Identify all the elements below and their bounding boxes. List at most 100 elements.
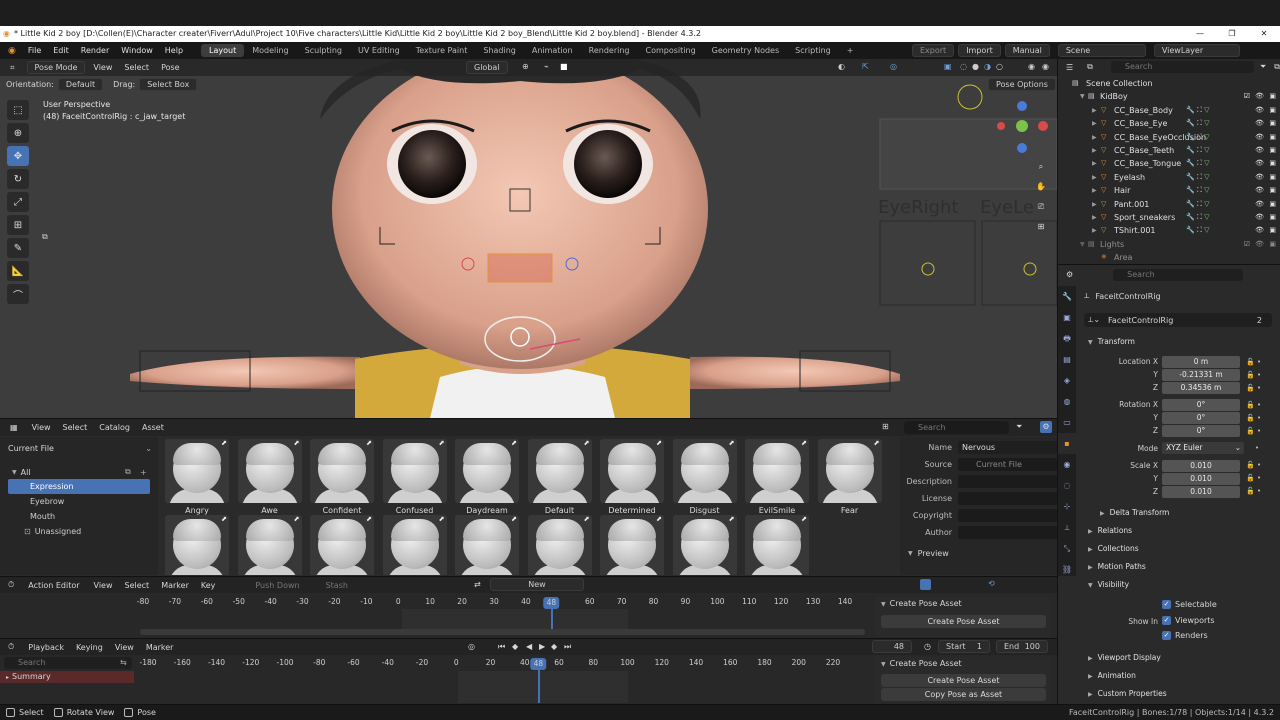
asset-thumbnail[interactable]: ⬈ Default (527, 439, 596, 515)
render-camera-icon[interactable]: ▣ (1269, 184, 1276, 197)
render-camera-icon[interactable]: ▣ (1269, 198, 1276, 211)
menu-render[interactable]: Render (75, 46, 115, 55)
constraints-tab-icon[interactable]: ⊹ (1058, 496, 1076, 517)
proportional-icon[interactable]: ■ (560, 62, 568, 71)
drag-selector[interactable]: Select Box (139, 78, 198, 91)
tab-geometry-nodes[interactable]: Geometry Nodes (704, 44, 787, 57)
outliner-item[interactable]: ▶ ▽ Sport_sneakers 🔧 ⛶ ▽ 👁 ▣ (1058, 211, 1280, 224)
asset-thumbnail[interactable]: ⬈ Determined (600, 439, 668, 515)
overlays-icon[interactable]: ◎ (890, 62, 897, 71)
tl-menu-keying[interactable]: Keying (76, 643, 103, 652)
expand-icon[interactable]: ▶ (1092, 211, 1097, 224)
end-frame-field[interactable]: End 100 (996, 640, 1048, 653)
tl-menu-marker[interactable]: Marker (146, 643, 174, 652)
visibility-eye-icon[interactable]: 👁 (1255, 117, 1264, 130)
expand-icon[interactable]: ▶ (1092, 144, 1097, 157)
meta-description-field[interactable] (958, 475, 1057, 488)
asset-thumbnail[interactable]: ⬈ Angry (165, 439, 233, 515)
world-tab-icon[interactable]: ◍ (1058, 391, 1076, 412)
asset-thumbnail[interactable]: ⬈ (455, 515, 523, 575)
gizmo-toggle-icon[interactable]: ⇱ (862, 62, 869, 71)
scale-z-field[interactable]: 0.010 (1162, 486, 1240, 498)
menu-window[interactable]: Window (115, 46, 159, 55)
tl-playhead[interactable] (538, 669, 540, 703)
tl-panel-title[interactable]: ▼ Create Pose Asset (875, 657, 1050, 668)
menu-help[interactable]: Help (159, 46, 189, 55)
visibility-eye-icon[interactable]: 👁 (1255, 157, 1264, 170)
visibility-icon[interactable]: ◐ (838, 62, 845, 71)
outliner-item[interactable]: ▶ ▽ Pant.001 🔧 ⛶ ▽ 👁 ▣ (1058, 198, 1280, 211)
select-tool-icon[interactable]: ⬚ (7, 100, 29, 120)
push-down-button[interactable]: Push Down (255, 581, 299, 590)
visibility-eye-icon[interactable]: 👁 (1255, 211, 1264, 224)
asset-thumbnail[interactable]: ⬈ Daydream (455, 439, 523, 515)
new-action-button[interactable]: New (490, 578, 584, 591)
outliner-editor-icon[interactable]: ☰ (1066, 63, 1073, 72)
output-tab-icon[interactable]: 🖶 (1058, 328, 1076, 349)
delta-transform-section[interactable]: ▶ Delta Transform (1100, 508, 1169, 517)
mode-selector[interactable]: Pose Mode (26, 61, 86, 74)
rendered-shading-icon[interactable]: ○ (996, 62, 1003, 71)
asset-thumbnail[interactable]: ⬈ (600, 515, 668, 575)
expand-icon[interactable]: ▶ (1092, 224, 1097, 237)
lock-location-y-icon[interactable]: 🔓 • (1246, 369, 1276, 382)
pan-icon[interactable]: ✋ (1033, 177, 1049, 197)
asset-editor-icon[interactable]: ▦ (10, 423, 18, 432)
ae-create-pose-asset-button[interactable]: Create Pose Asset (881, 615, 1046, 628)
pose-options-button[interactable]: Pose Options (988, 78, 1056, 91)
render-camera-icon[interactable]: ▣ (1269, 104, 1276, 117)
outliner-item[interactable]: ▶ ▽ CC_Base_EyeOcclusion 🔧 ⛶ ▽ 👁 ▣ (1058, 131, 1280, 144)
tab-rendering[interactable]: Rendering (581, 44, 638, 57)
timeline-icon[interactable]: ⏱ (8, 642, 14, 652)
render-camera-icon[interactable]: ▣ (1269, 131, 1276, 144)
visibility-eye-icon[interactable]: 👁 (1255, 184, 1264, 197)
scene-selector[interactable]: Scene (1057, 44, 1146, 57)
import-button[interactable]: Import (958, 44, 1001, 57)
outliner-search-input[interactable]: Search (1110, 61, 1254, 73)
scene-collection-row[interactable]: ▤ Scene Collection (1058, 77, 1280, 90)
ae-scrollbar[interactable] (140, 629, 865, 635)
visibility-eye-icon[interactable]: 👁 (1255, 224, 1264, 237)
render-camera-icon[interactable]: ▣ (1269, 171, 1276, 184)
ae-panel-title[interactable]: ▼ Create Pose Asset (875, 597, 1050, 608)
asset-thumbnail[interactable]: ⬈ (237, 515, 306, 575)
ae-menu-view[interactable]: View (94, 581, 113, 590)
prev-keyframe-icon[interactable]: ◆ (512, 642, 518, 651)
export-button[interactable]: Export (912, 44, 955, 57)
rotation-z-field[interactable]: 0° (1162, 425, 1240, 437)
location-x-field[interactable]: 0 m (1162, 356, 1240, 368)
render-camera-icon[interactable]: ▣ (1269, 117, 1276, 130)
expand-icon[interactable]: ▶ (1092, 104, 1097, 117)
visibility-eye-icon[interactable]: 👁 (1255, 171, 1264, 184)
ae-snap-icon[interactable]: ⟲ (988, 579, 995, 588)
lock-location-z-icon[interactable]: 🔓 • (1246, 382, 1276, 395)
ae-menu-key[interactable]: Key (201, 581, 216, 590)
scale-x-field[interactable]: 0.010 (1162, 460, 1240, 472)
expand-icon[interactable]: ▶ (1092, 131, 1097, 144)
maximize-button[interactable]: ❐ (1216, 26, 1248, 42)
dopesheet-icon[interactable]: ⏱ (8, 580, 14, 590)
preview-section[interactable]: ▼ Preview (900, 546, 1057, 560)
meta-author-field[interactable] (958, 526, 1057, 539)
rotation-x-field[interactable]: 0° (1162, 399, 1240, 411)
jump-start-icon[interactable]: ⏮ (498, 642, 505, 652)
blender-menu-icon[interactable]: ◉ (8, 46, 16, 56)
rotate-tool-icon[interactable]: ↻ (7, 169, 29, 189)
wireframe-shading-icon[interactable]: ◌ (960, 62, 967, 71)
outliner-item[interactable]: ▶ ▽ CC_Base_Body 🔧 ⛶ ▽ 👁 ▣ (1058, 104, 1280, 117)
pose-tool-icon[interactable]: ⌒ (7, 284, 29, 304)
add-catalog-icon[interactable]: + (140, 468, 147, 477)
outliner-item[interactable]: ▶ ▽ CC_Base_Tongue 🔧 ⛶ ▽ 👁 ▣ (1058, 157, 1280, 170)
new-collection-icon[interactable]: ⧉ (1274, 62, 1280, 72)
start-frame-field[interactable]: Start 1 (938, 640, 990, 653)
selectable-checkbox[interactable]: ✓ Selectable (1162, 600, 1217, 609)
action-browse-icon[interactable]: ⇄ (474, 580, 481, 589)
play-reverse-icon[interactable]: ◀ (526, 642, 532, 651)
meta-copyright-field[interactable] (958, 509, 1057, 522)
properties-editor-icon[interactable]: ⚙ (1066, 270, 1073, 279)
asset-thumbnail[interactable]: ⬈ (382, 515, 451, 575)
bone-constraint-tab-icon[interactable]: ⛓ (1058, 559, 1076, 580)
ae-menu-select[interactable]: Select (125, 581, 150, 590)
animation-section[interactable]: ▶ Animation (1088, 671, 1136, 680)
bone-tab-icon[interactable]: ⤡ (1058, 538, 1076, 559)
